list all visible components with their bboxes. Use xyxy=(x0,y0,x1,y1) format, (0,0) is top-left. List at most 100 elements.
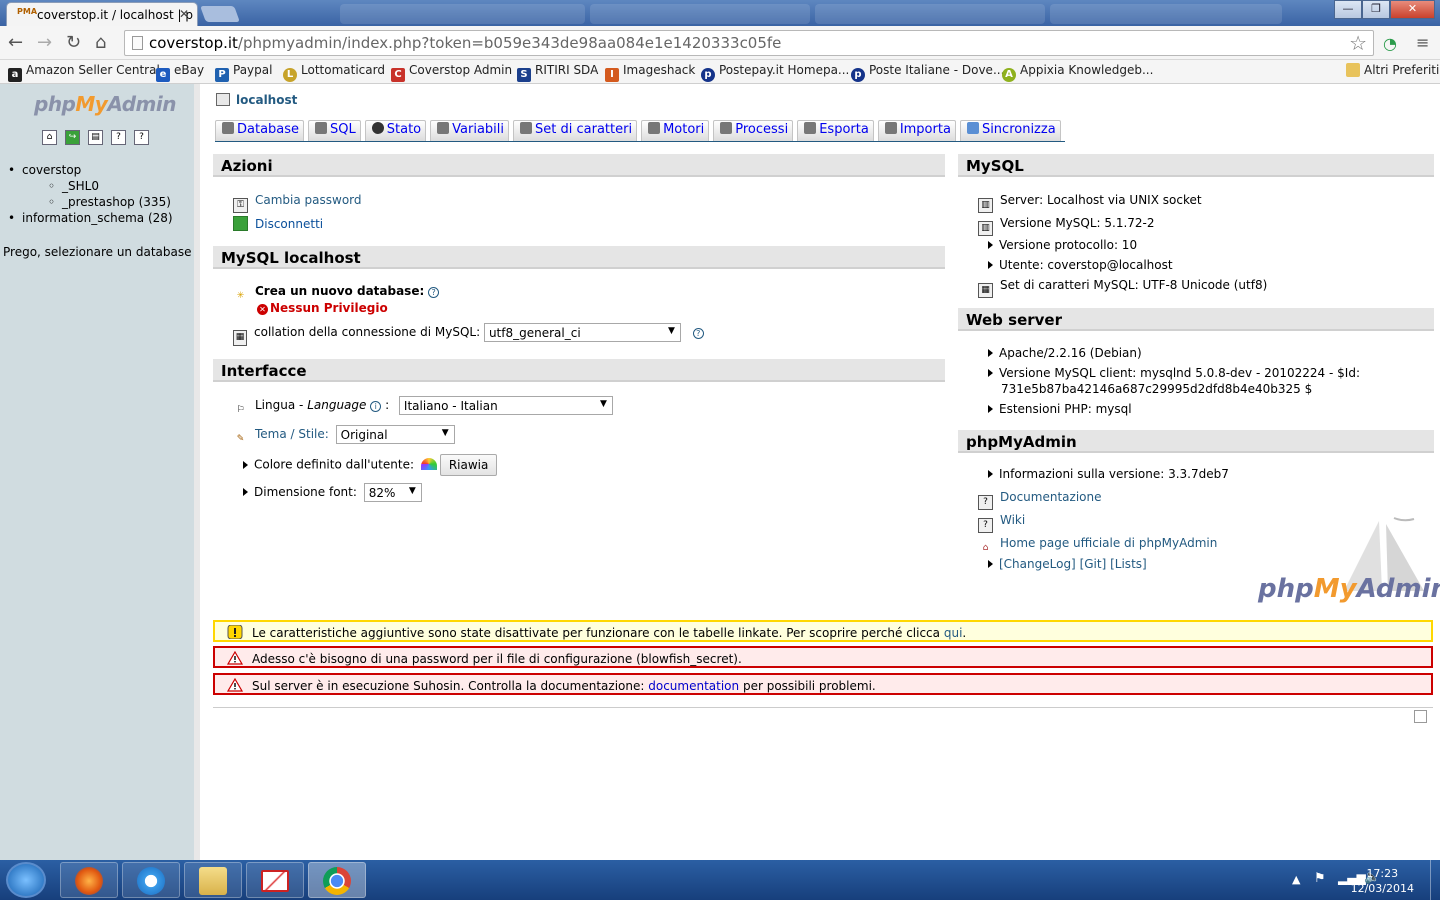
bookmark-lottomaticard[interactable]: L Lottomaticard xyxy=(283,63,385,82)
background-tab[interactable] xyxy=(815,4,1045,24)
font-size-select[interactable]: 82% ▼ xyxy=(363,483,422,502)
tab-engines[interactable]: Motori xyxy=(641,120,710,141)
bookmark-ebay[interactable]: e eBay xyxy=(156,63,204,82)
url-path: /phpmyadmin/index.php?token=b059e343de98… xyxy=(237,34,782,52)
tab-close-icon[interactable]: ✕ xyxy=(179,7,189,21)
tab-active[interactable]: PMA coverstop.it / localhost | p ✕ xyxy=(6,2,198,26)
minimize-button[interactable]: — xyxy=(1334,0,1362,19)
changelog-link[interactable]: [ChangeLog] xyxy=(999,557,1076,571)
bookmark-postepay[interactable]: p Postepay.it Homepa... xyxy=(701,63,849,82)
reset-color-button[interactable]: Riawia xyxy=(439,454,498,476)
documentation-link[interactable]: Documentazione xyxy=(1000,490,1101,504)
docs-icon[interactable]: ? xyxy=(111,130,126,145)
info-icon[interactable]: i xyxy=(370,401,382,412)
git-link[interactable]: [Git] xyxy=(1080,557,1107,571)
help-icon[interactable]: ? xyxy=(692,328,704,339)
no-privileges-text: Nessun Privilegio xyxy=(270,301,388,315)
help-icon[interactable]: ? xyxy=(428,287,440,298)
bookmark-star-icon[interactable]: ☆ xyxy=(1349,31,1367,55)
db-item-coverstop[interactable]: • coverstop xyxy=(8,162,173,178)
bullet-arrow-icon xyxy=(988,261,993,269)
action-center-flag-icon[interactable]: ⚑ xyxy=(1314,871,1326,886)
background-tab[interactable] xyxy=(1050,4,1282,24)
pma-homepage-link[interactable]: Home page ufficiale di phpMyAdmin xyxy=(1000,536,1217,550)
taskbar-chrome[interactable] xyxy=(308,862,366,898)
taskbar-explorer[interactable] xyxy=(184,862,242,898)
interface-heading: Interfacce xyxy=(213,359,945,382)
mysql-client-row-cont: 731e5b87ba42146a687c29995d2dfd8b4e40b325… xyxy=(1001,382,1313,396)
back-icon[interactable]: ← xyxy=(8,32,23,53)
bookmark-paypal[interactable]: P Paypal xyxy=(215,63,272,82)
logout-link[interactable]: Disconnetti xyxy=(255,217,323,231)
taskbar-firefox[interactable] xyxy=(60,862,118,898)
tab-database[interactable]: Database xyxy=(215,120,305,141)
mysql-server-row: ▥ Server: Localhost via UNIX socket xyxy=(978,193,1202,213)
bullet-arrow-icon xyxy=(988,241,993,249)
language-row: ⚐ Lingua - Language i : Italiano - Italia… xyxy=(233,396,613,419)
clock-date: 12/03/2014 xyxy=(1350,882,1414,895)
other-bookmarks[interactable]: Altri Preferiti xyxy=(1346,63,1439,77)
tab-status[interactable]: Stato xyxy=(364,120,427,141)
home-icon[interactable]: ⌂ xyxy=(42,130,57,145)
tab-variables[interactable]: Variabili xyxy=(430,120,510,141)
new-tab-button[interactable] xyxy=(200,6,240,22)
window-close-button[interactable]: ✕ xyxy=(1390,0,1435,19)
menu-icon[interactable]: ≡ xyxy=(1416,33,1429,52)
mysql-client-row: Versione MySQL client: mysqlnd 5.0.8-dev… xyxy=(988,366,1360,380)
tab-synchronize[interactable]: Sincronizza xyxy=(959,120,1061,141)
wiki-link[interactable]: Wiki xyxy=(1000,513,1025,527)
theme-select[interactable]: Original ▼ xyxy=(335,425,455,444)
start-button[interactable] xyxy=(6,862,46,898)
pma-wiki-row: ? Wiki xyxy=(978,513,1025,533)
show-desktop-button[interactable] xyxy=(1430,860,1440,900)
rainbow-color-icon[interactable] xyxy=(420,457,437,470)
background-tab[interactable] xyxy=(590,4,810,24)
taskbar-ie[interactable] xyxy=(122,862,180,898)
pma-version-row: Informazioni sulla versione: 3.3.7deb7 xyxy=(988,467,1229,481)
server-icon: ▥ xyxy=(978,221,993,236)
actions-panel: Azioni ⚿ Cambia password Disconnetti xyxy=(213,154,945,240)
home-icon[interactable]: ⌂ xyxy=(95,32,106,53)
tab-charsets[interactable]: Set di caratteri xyxy=(513,120,638,141)
create-db-label: Crea un nuovo database: xyxy=(255,284,425,298)
forward-icon[interactable]: → xyxy=(37,32,52,53)
bookmark-poste-italiane[interactable]: p Poste Italiane - Dove... xyxy=(851,63,1004,82)
show-hidden-icons[interactable]: ▲ xyxy=(1292,873,1300,886)
bookmark-ritiri-sda[interactable]: S RITIRI SDA xyxy=(517,63,598,82)
taskbar-mail[interactable] xyxy=(246,862,304,898)
bookmark-appixia[interactable]: A Appixia Knowledgeb... xyxy=(1002,63,1153,82)
documentation-link[interactable]: documentation xyxy=(648,679,739,693)
tab-sql[interactable]: SQL xyxy=(308,120,361,141)
collation-select[interactable]: utf8_general_ci ▼ xyxy=(483,323,681,342)
reload-icon[interactable]: ↻ xyxy=(66,32,81,53)
pma-logo[interactable]: phpMyAdmin xyxy=(34,92,176,116)
notice-here-link[interactable]: qui xyxy=(944,626,963,640)
db-item-shl0[interactable]: ◦ _SHL0 xyxy=(8,178,173,194)
bookmark-imageshack[interactable]: I Imageshack xyxy=(605,63,695,82)
tab-import[interactable]: Importa xyxy=(877,120,956,141)
address-bar[interactable]: coverstop.it/phpmyadmin/index.php?token=… xyxy=(124,30,1374,56)
sql-docs-icon[interactable]: ? xyxy=(134,130,149,145)
server-breadcrumb[interactable]: localhost xyxy=(216,93,297,107)
appixia-icon: A xyxy=(1002,68,1016,82)
lists-link[interactable]: [Lists] xyxy=(1110,557,1147,571)
open-new-window-icon[interactable] xyxy=(1414,710,1427,723)
db-item-prestashop[interactable]: ◦ _prestashop (335) xyxy=(8,194,173,210)
tab-processes[interactable]: Processi xyxy=(713,120,794,141)
theme-row: ✎ Tema / Stile: Original ▼ xyxy=(233,425,455,448)
language-select[interactable]: Italiano - Italian ▼ xyxy=(398,396,613,415)
change-password-link[interactable]: Cambia password xyxy=(255,193,362,207)
sql-query-icon[interactable]: ▤ xyxy=(88,130,103,145)
maximize-button[interactable]: ❐ xyxy=(1362,0,1390,19)
bookmark-coverstop-admin[interactable]: C Coverstop Admin xyxy=(391,63,512,82)
theme-link[interactable]: Tema / Stile: xyxy=(255,427,329,441)
database-icon xyxy=(222,122,234,134)
logout-icon[interactable]: ↪ xyxy=(65,130,80,145)
tab-export[interactable]: Esporta xyxy=(797,120,874,141)
clock[interactable]: 17:23 12/03/2014 xyxy=(1351,866,1414,896)
db-item-information-schema[interactable]: • information_schema (28) xyxy=(8,210,173,226)
background-tab[interactable] xyxy=(340,4,585,24)
extension-icon[interactable]: ◔ xyxy=(1383,34,1397,53)
bookmark-amazon[interactable]: a Amazon Seller Central xyxy=(8,63,160,82)
mysql-heading: MySQL xyxy=(958,154,1434,177)
